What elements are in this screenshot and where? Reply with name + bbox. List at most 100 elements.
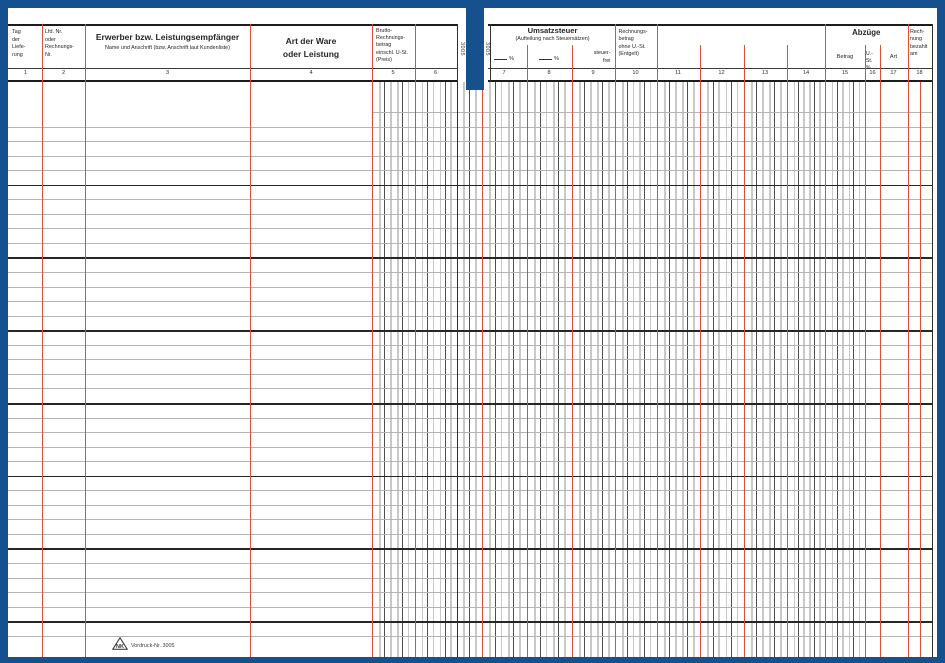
grid-line: [8, 214, 932, 215]
grid-line: [669, 82, 670, 657]
grid-line: [744, 45, 745, 657]
grid-line: [8, 272, 932, 273]
column-number-6: 6: [434, 70, 437, 76]
column-number-5: 5: [391, 70, 394, 76]
grid-line: [687, 82, 688, 657]
grid-line: [501, 82, 503, 657]
grid-line: [8, 388, 932, 389]
grid-line: [457, 24, 458, 657]
grid-line: [450, 82, 452, 657]
column-number-12: 12: [718, 70, 724, 76]
grid-line: [8, 519, 932, 520]
grid-line: [482, 82, 483, 657]
grid-line: [508, 82, 510, 657]
grid-line: [597, 82, 599, 657]
grid-line: [397, 82, 399, 657]
grid-line: [8, 257, 932, 259]
grid-line: [8, 359, 932, 360]
grid-line: [853, 82, 854, 657]
column-number-1: 1: [24, 70, 27, 76]
grid-line: [8, 80, 457, 82]
grid-line: [8, 301, 932, 302]
grid-line: [819, 82, 821, 657]
grid-line: [798, 82, 799, 657]
grid-line: [633, 82, 635, 657]
grid-line: [564, 82, 566, 657]
grid-line: [8, 374, 932, 375]
nk-publisher-logo-icon: NK: [112, 637, 128, 650]
frame-left-border: [0, 0, 8, 663]
grid-line: [787, 45, 788, 657]
column-number-2: 2: [62, 70, 65, 76]
grid-line: [379, 82, 381, 657]
grid-line: [8, 185, 932, 187]
grid-line: [8, 199, 932, 200]
grid-line: [463, 82, 465, 657]
grid-line: [602, 82, 603, 657]
grid-line: [8, 505, 932, 506]
grid-line: [8, 534, 932, 535]
col18-header-label: Rech- nung bezahlt am: [910, 29, 932, 59]
grid-line: [920, 82, 921, 657]
grid-line: [756, 82, 757, 657]
grid-line: [85, 24, 86, 657]
col8-percent-field: %: [527, 54, 572, 64]
column-number-15: 15: [842, 70, 848, 76]
column-number-13: 13: [762, 70, 768, 76]
grid-line: [8, 287, 932, 288]
column-number-14: 14: [803, 70, 809, 76]
grid-line: [427, 82, 428, 657]
grid-line: [8, 228, 932, 229]
grid-line: [534, 82, 536, 657]
col8-blank-line: [539, 54, 552, 60]
grid-line: [608, 82, 610, 657]
col7-percent-field: %: [482, 54, 527, 64]
grid-line: [250, 24, 251, 657]
col1-header-label: Tag der Liefe- rung: [12, 29, 41, 60]
grid-line: [675, 82, 677, 657]
grid-line: [639, 82, 641, 657]
grid-line: [825, 24, 826, 657]
grid-line: [440, 82, 442, 657]
grid-line: [8, 476, 932, 478]
grid-line: [842, 82, 844, 657]
nk-logo-letters: NK: [116, 644, 124, 650]
grid-line: [8, 636, 932, 637]
grid-line: [814, 82, 815, 657]
deductions-group-title: Abzüge: [825, 27, 908, 38]
grid-line: [402, 82, 403, 657]
grid-line: [8, 68, 457, 69]
grid-line: [422, 82, 424, 657]
grid-line: [664, 82, 666, 657]
grid-line: [8, 141, 932, 142]
grid-line: [8, 432, 932, 433]
grid-line: [627, 82, 628, 657]
col8-percent-label: %: [554, 56, 559, 62]
grid-line: [519, 82, 521, 657]
grid-line: [372, 24, 373, 657]
grid-line: [540, 82, 541, 657]
grid-line: [8, 24, 457, 26]
grid-line: [718, 82, 720, 657]
column-number-16: 16: [869, 70, 875, 76]
binding-spine: [466, 0, 484, 90]
grid-line: [8, 156, 932, 157]
grid-line: [8, 447, 932, 448]
grid-line: [849, 82, 851, 657]
grid-line: [527, 45, 528, 657]
col17-header-label: Art: [880, 54, 907, 62]
frame-right-border: [937, 0, 945, 663]
grid-line: [650, 82, 652, 657]
grid-line: [762, 82, 764, 657]
column-number-10: 10: [632, 70, 638, 76]
col15-header-label: Betrag: [825, 54, 865, 62]
grid-line: [553, 82, 555, 657]
col7-percent-label: %: [509, 56, 514, 62]
grid-line: [8, 607, 932, 608]
grid-line: [837, 82, 838, 657]
col2-header-label: Lfd. Nr. oder Rechnungs- Nr.: [45, 29, 83, 60]
column-number-3: 3: [166, 70, 169, 76]
col5-header-label: Brutto- Rechnungs- betrag einschl. U-St.…: [376, 28, 413, 65]
grid-line: [726, 82, 728, 657]
grid-line: [590, 82, 592, 657]
